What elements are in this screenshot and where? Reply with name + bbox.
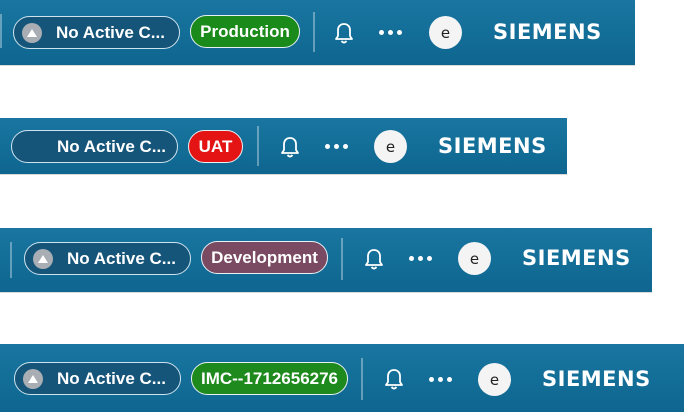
siemens-logo: SIEMENS — [542, 367, 651, 391]
active-context-button[interactable]: No Active C... — [13, 16, 180, 49]
context-app-icon — [23, 368, 43, 389]
environment-badge[interactable]: Production — [190, 15, 300, 48]
toolbar-divider — [361, 358, 363, 400]
header-bar-development: No Active C... Development e SIEMENS — [0, 228, 652, 292]
header-bar-imc: No Active C... IMC--1712656276 e SIEMENS — [0, 344, 684, 412]
more-dots-icon — [378, 29, 402, 35]
environment-badge[interactable]: UAT — [188, 130, 243, 163]
avatar-initial: e — [489, 370, 500, 389]
user-avatar[interactable]: e — [458, 242, 491, 275]
active-context-label: No Active C... — [56, 22, 165, 42]
bell-icon — [335, 23, 353, 44]
bell-icon — [281, 137, 299, 158]
more-dots-icon — [428, 376, 452, 382]
user-avatar[interactable]: e — [429, 16, 462, 49]
toolbar-divider — [341, 238, 343, 280]
environment-label: Production — [200, 21, 290, 41]
active-context-label: No Active C... — [57, 136, 166, 156]
left-divider — [10, 242, 12, 278]
more-options-button[interactable] — [425, 369, 455, 389]
notifications-button[interactable] — [381, 366, 407, 392]
left-divider — [0, 14, 2, 48]
avatar-initial: e — [385, 137, 396, 156]
more-options-button[interactable] — [405, 248, 435, 268]
notifications-button[interactable] — [277, 134, 303, 160]
more-options-button[interactable] — [321, 136, 351, 156]
context-app-icon — [33, 248, 53, 269]
avatar-initial: e — [469, 249, 480, 268]
active-context-label: No Active C... — [67, 248, 176, 268]
environment-label: Development — [211, 247, 318, 267]
active-context-button[interactable]: No Active C... — [11, 130, 178, 163]
header-bar-production: No Active C... Production e SIEMENS — [0, 0, 635, 65]
more-options-button[interactable] — [375, 22, 405, 42]
toolbar-divider — [257, 126, 259, 166]
active-context-button[interactable]: No Active C... — [24, 242, 191, 275]
bell-icon — [385, 369, 403, 390]
active-context-label: No Active C... — [57, 368, 166, 388]
toolbar-divider — [313, 12, 315, 52]
active-context-button[interactable]: No Active C... — [14, 362, 181, 395]
notifications-button[interactable] — [361, 246, 387, 272]
more-dots-icon — [324, 143, 348, 149]
user-avatar[interactable]: e — [478, 363, 511, 396]
header-bar-uat: No Active C... UAT e SIEMENS — [0, 118, 567, 174]
user-avatar[interactable]: e — [374, 130, 407, 163]
siemens-logo: SIEMENS — [493, 20, 602, 44]
notifications-button[interactable] — [331, 20, 357, 46]
context-app-icon — [22, 22, 42, 43]
environment-badge[interactable]: IMC--1712656276 — [191, 362, 348, 395]
bell-icon — [365, 249, 383, 270]
siemens-logo: SIEMENS — [522, 246, 631, 270]
environment-label: UAT — [198, 136, 233, 156]
environment-label: IMC--1712656276 — [200, 368, 339, 388]
siemens-logo: SIEMENS — [438, 134, 547, 158]
avatar-initial: e — [440, 23, 451, 42]
environment-badge[interactable]: Development — [201, 241, 328, 274]
more-dots-icon — [408, 255, 432, 261]
